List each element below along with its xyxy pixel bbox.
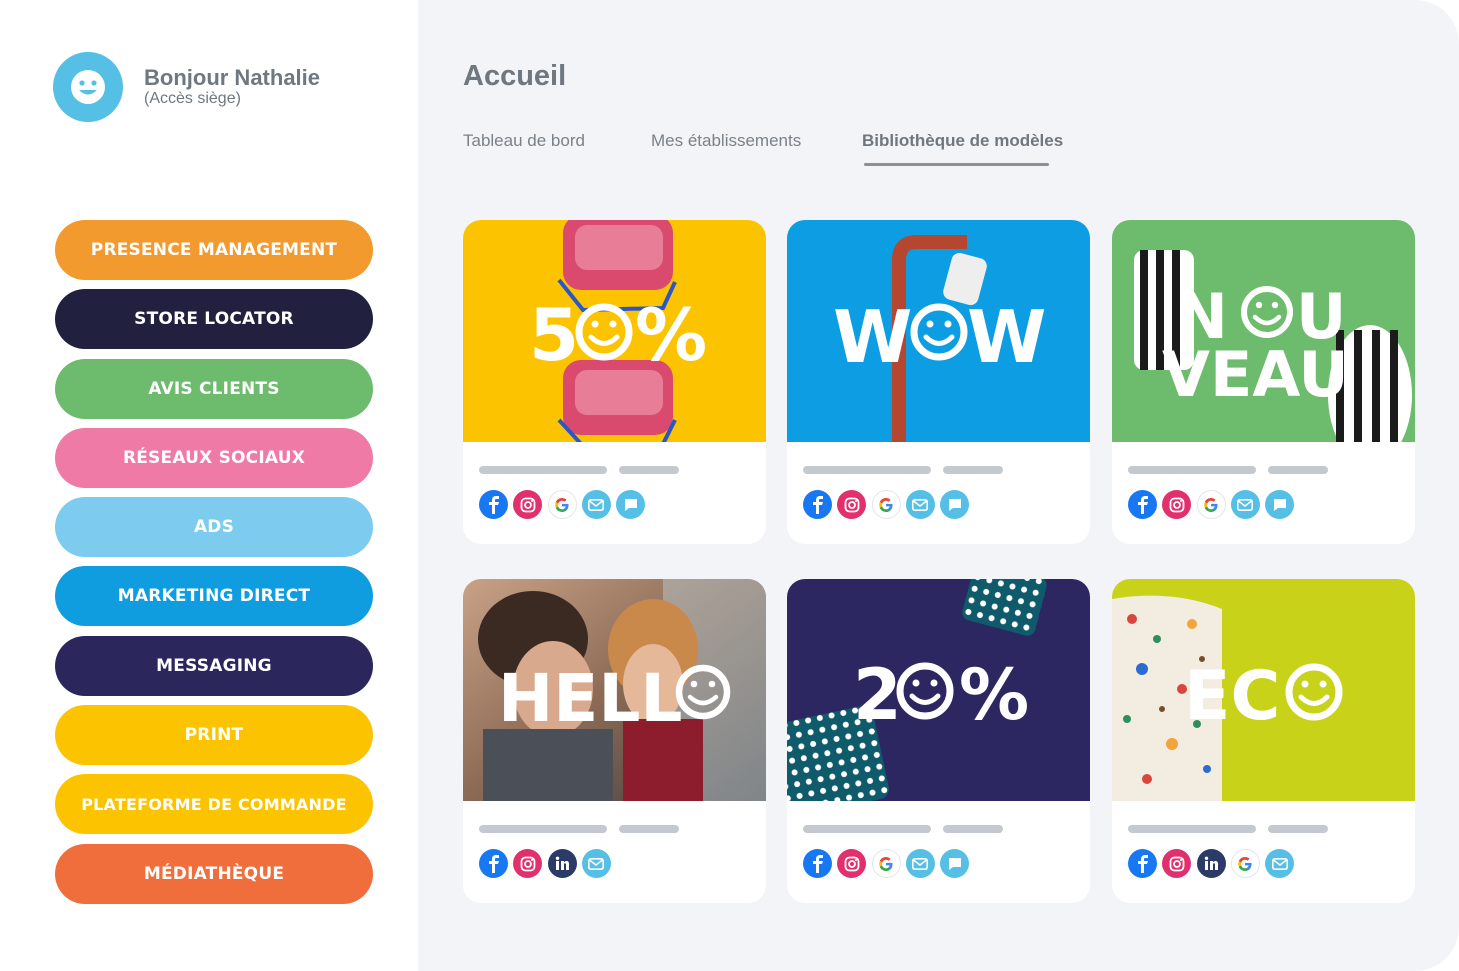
placeholder-bar	[479, 466, 607, 474]
placeholder-bar	[479, 825, 607, 833]
facebook-icon[interactable]	[479, 849, 508, 878]
template-card[interactable]: W W	[787, 220, 1090, 544]
user-profile[interactable]: Bonjour Nathalie (Accès siège)	[53, 52, 320, 122]
google-icon[interactable]	[871, 490, 901, 519]
sidebar: Bonjour Nathalie (Accès siège) PRESENCE …	[0, 0, 418, 971]
card-headline-end: %	[959, 654, 1029, 736]
channel-icons	[1128, 849, 1299, 878]
card-headline-line2: VEAU	[1162, 338, 1349, 411]
message-icon[interactable]	[616, 490, 646, 519]
email-icon[interactable]	[581, 849, 611, 878]
card-headline: HELL	[498, 660, 682, 737]
template-card[interactable]: 2 %	[787, 579, 1090, 903]
menu-marketing-direct[interactable]: MARKETING DIRECT	[55, 566, 373, 627]
template-visual: N U VEAU	[1112, 220, 1415, 442]
placeholder-bar	[1268, 466, 1328, 474]
template-visual: W W	[787, 220, 1090, 442]
facebook-icon[interactable]	[479, 490, 508, 519]
menu-plateforme-de-commande[interactable]: PLATEFORME DE COMMANDE	[55, 774, 373, 835]
placeholder-bar	[803, 825, 931, 833]
card-headline: 2	[853, 654, 902, 736]
main-content: Accueil Tableau de bord Mes établissemen…	[418, 0, 1459, 971]
facebook-icon[interactable]	[1128, 849, 1157, 878]
card-headline: EC	[1184, 657, 1280, 736]
placeholder-bar	[619, 825, 679, 833]
menu-print[interactable]: PRINT	[55, 705, 373, 766]
main-menu: PRESENCE MANAGEMENT STORE LOCATOR AVIS C…	[55, 220, 373, 913]
template-card[interactable]: HELL	[463, 579, 766, 903]
instagram-icon[interactable]	[837, 490, 867, 519]
placeholder-bar	[1268, 825, 1328, 833]
instagram-icon[interactable]	[513, 849, 543, 878]
placeholder-bar	[803, 466, 931, 474]
email-icon[interactable]	[1265, 849, 1295, 878]
instagram-icon[interactable]	[837, 849, 867, 878]
greeting-text: Bonjour Nathalie	[144, 65, 321, 90]
facebook-icon[interactable]	[1128, 490, 1157, 519]
placeholder-bar	[619, 466, 679, 474]
menu-messaging[interactable]: MESSAGING	[55, 635, 373, 696]
smiley-avatar-icon[interactable]	[53, 52, 123, 122]
template-card[interactable]: 5 %	[463, 220, 766, 544]
user-role: (Accès siège)	[144, 90, 241, 107]
linkedin-icon[interactable]	[1196, 849, 1226, 878]
facebook-icon[interactable]	[803, 849, 832, 878]
channel-icons	[803, 490, 974, 519]
google-icon[interactable]	[1196, 490, 1226, 519]
menu-avis-clients[interactable]: AVIS CLIENTS	[55, 358, 373, 419]
tab-tableau-de-bord[interactable]: Tableau de bord	[463, 131, 585, 151]
instagram-icon[interactable]	[1162, 849, 1192, 878]
tab-mes-etablissements[interactable]: Mes établissements	[651, 131, 801, 151]
menu-reseaux-sociaux[interactable]: RÉSEAUX SOCIAUX	[55, 427, 373, 488]
menu-presence-management[interactable]: PRESENCE MANAGEMENT	[55, 220, 373, 280]
email-icon[interactable]	[1230, 490, 1260, 519]
google-icon[interactable]	[871, 849, 901, 878]
template-visual: HELL	[463, 579, 766, 801]
card-headline: W	[833, 295, 912, 379]
google-icon[interactable]	[547, 490, 577, 519]
placeholder-bar	[943, 825, 1003, 833]
card-headline-end: W	[967, 295, 1046, 379]
menu-mediatheque[interactable]: MÉDIATHÈQUE	[55, 843, 373, 904]
menu-store-locator[interactable]: STORE LOCATOR	[55, 289, 373, 350]
active-tab-indicator	[864, 163, 1049, 166]
template-visual: 2 %	[787, 579, 1090, 801]
placeholder-bar	[1128, 466, 1256, 474]
channel-icons	[479, 849, 616, 878]
google-icon[interactable]	[1230, 849, 1260, 878]
placeholder-bar	[943, 466, 1003, 474]
linkedin-icon[interactable]	[547, 849, 577, 878]
template-visual: 5 %	[463, 220, 766, 442]
message-icon[interactable]	[940, 849, 970, 878]
message-icon[interactable]	[940, 490, 970, 519]
template-card[interactable]: N U VEAU	[1112, 220, 1415, 544]
email-icon[interactable]	[905, 849, 935, 878]
facebook-icon[interactable]	[803, 490, 832, 519]
instagram-icon[interactable]	[513, 490, 543, 519]
tab-bibliotheque-de-modeles[interactable]: Bibliothèque de modèles	[862, 131, 1063, 151]
template-card[interactable]: EC	[1112, 579, 1415, 903]
page-title: Accueil	[463, 60, 567, 92]
card-headline: 5	[529, 293, 579, 377]
template-visual: EC	[1112, 579, 1415, 801]
email-icon[interactable]	[581, 490, 611, 519]
placeholder-bar	[1128, 825, 1256, 833]
email-icon[interactable]	[905, 490, 935, 519]
channel-icons	[803, 849, 974, 878]
channel-icons	[1128, 490, 1299, 519]
channel-icons	[479, 490, 650, 519]
message-icon[interactable]	[1265, 490, 1295, 519]
instagram-icon[interactable]	[1162, 490, 1192, 519]
card-headline-end: %	[635, 293, 707, 377]
menu-ads[interactable]: ADS	[55, 497, 373, 558]
